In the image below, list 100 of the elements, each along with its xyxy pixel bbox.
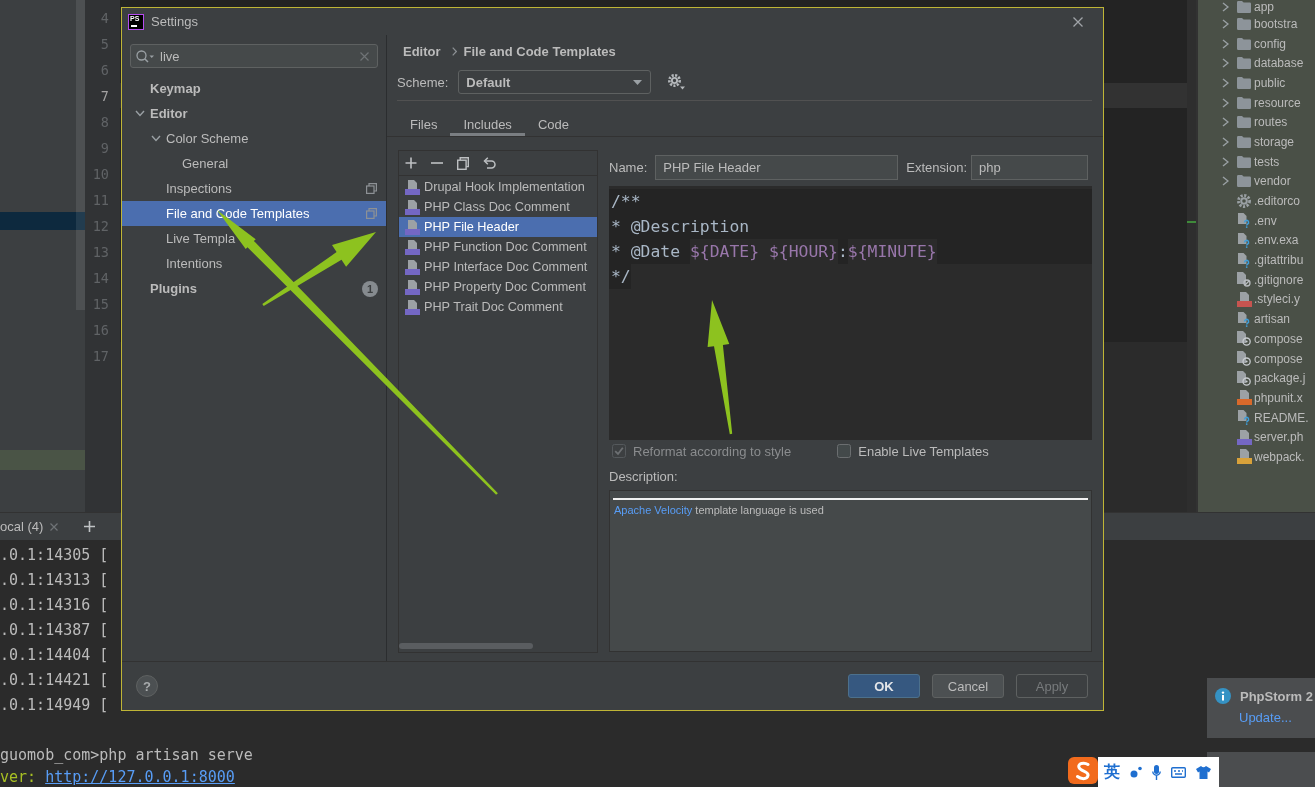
tree-item[interactable]: webpack. <box>1198 447 1315 467</box>
tree-item[interactable]: config <box>1198 33 1315 54</box>
tab[interactable]: Includes <box>450 112 525 136</box>
tree-item[interactable]: bootstra <box>1198 14 1315 34</box>
input-mode-label[interactable]: 英 <box>1104 761 1120 783</box>
tree-item[interactable]: .gitignore <box>1198 269 1315 290</box>
tree-item[interactable]: package.j <box>1198 368 1315 389</box>
chevron-down-icon[interactable] <box>151 135 161 142</box>
list-item[interactable]: PHP Trait Doc Comment <box>399 297 597 317</box>
folder-icon <box>1237 135 1251 148</box>
chevron-right-icon[interactable] <box>1222 97 1229 108</box>
tree-item[interactable]: resource <box>1198 92 1315 113</box>
tree-item[interactable]: database <box>1198 53 1315 74</box>
checkbox-label[interactable]: Enable Live Templates <box>858 443 989 459</box>
dialog-button[interactable]: OK <box>848 674 920 698</box>
search-icon[interactable] <box>136 49 154 63</box>
scheme-dropdown[interactable]: Default <box>458 70 652 94</box>
file-icon <box>1238 252 1250 268</box>
list-item[interactable]: PHP Function Doc Comment <box>399 237 597 257</box>
chevron-right-icon[interactable] <box>1222 58 1229 69</box>
list-item[interactable]: PHP Property Doc Comment <box>399 277 597 297</box>
chevron-right-icon[interactable] <box>1222 176 1229 187</box>
chevron-right-icon[interactable] <box>1222 2 1229 12</box>
tree-item[interactable]: Color Scheme <box>122 126 386 151</box>
dialog-button[interactable]: Cancel <box>932 674 1004 698</box>
undo-icon[interactable] <box>483 157 496 169</box>
logo-icon[interactable] <box>1068 757 1098 784</box>
tree-item[interactable]: Inspections <box>122 176 386 201</box>
terminal-line: .0.1:14421 [ <box>0 670 109 691</box>
plus-icon[interactable] <box>405 157 417 169</box>
list-item[interactable]: PHP Class Doc Comment <box>399 197 597 217</box>
close-icon[interactable] <box>50 522 59 531</box>
clear-icon[interactable] <box>360 51 369 61</box>
tree-item[interactable]: app <box>1198 0 1315 14</box>
file-icon <box>1237 351 1251 367</box>
microphone-icon[interactable] <box>1152 764 1161 780</box>
copy-icon[interactable] <box>457 156 469 170</box>
breadcrumb-item[interactable]: Editor <box>403 43 441 59</box>
tab[interactable]: Files <box>397 112 451 136</box>
tree-item[interactable]: public <box>1198 73 1315 93</box>
tree-item[interactable]: tests <box>1198 151 1315 172</box>
keyboard-icon[interactable] <box>1171 766 1186 778</box>
line-number: 7 <box>99 87 110 106</box>
scrollbar-thumb[interactable] <box>76 0 85 310</box>
file-icon <box>405 199 420 215</box>
chevron-right-icon[interactable] <box>1222 77 1229 88</box>
terminal-line: .0.1:14404 [ <box>0 645 109 666</box>
tree-item[interactable]: server.ph <box>1198 427 1315 448</box>
settings-icon[interactable] <box>668 74 686 90</box>
file-icon <box>1236 291 1252 307</box>
list-item[interactable]: PHP File Header <box>399 217 597 237</box>
tree-item[interactable]: compose <box>1198 329 1315 349</box>
tree-item[interactable]: phpunit.x <box>1198 388 1315 408</box>
file-icon <box>1237 331 1251 347</box>
file-icon <box>1236 449 1252 465</box>
terminal-tab[interactable]: ocal (4) <box>0 513 65 540</box>
tree-item[interactable]: Plugins 1 <box>122 276 386 301</box>
folder-icon <box>1237 155 1251 168</box>
tree-item[interactable]: storage <box>1198 132 1315 152</box>
tree-item[interactable]: Editor <box>122 101 386 126</box>
tree-item[interactable]: README. <box>1198 407 1315 428</box>
tree-item[interactable]: Intentions <box>122 251 386 276</box>
chevron-right-icon[interactable] <box>1222 18 1229 29</box>
chevron-right-icon[interactable] <box>1222 38 1229 49</box>
link[interactable]: http://127.0.0.1:8000 <box>45 768 235 786</box>
tree-item[interactable]: General <box>122 151 386 176</box>
file-icon <box>405 179 420 195</box>
close-icon[interactable] <box>1073 16 1083 27</box>
punctuation-icon[interactable] <box>1130 766 1142 778</box>
list-item[interactable]: PHP Interface Doc Comment <box>399 257 597 277</box>
link[interactable]: Update... <box>1239 710 1292 725</box>
chevron-right-icon[interactable] <box>1222 117 1229 128</box>
scrollbar-thumb[interactable] <box>399 643 533 649</box>
name-field[interactable]: PHP File Header <box>655 155 899 180</box>
chevron-down-icon[interactable] <box>135 110 145 117</box>
extension-field[interactable]: php <box>971 155 1088 180</box>
tree-item[interactable]: artisan <box>1198 309 1315 329</box>
tree-item[interactable]: vendor <box>1198 171 1315 192</box>
plus-icon[interactable] <box>84 521 96 532</box>
tree-item[interactable]: .env.exa <box>1198 230 1315 251</box>
search-field[interactable]: live <box>130 44 378 68</box>
list-item[interactable]: Drupal Hook Implementation <box>399 177 597 197</box>
template-editor[interactable]: /** * @Description * @Date ${DATE} ${HOUR}:${MINUTE} */ <box>609 186 1092 440</box>
tree-item[interactable]: .env <box>1198 210 1315 231</box>
tree-item[interactable]: .styleci.y <box>1198 289 1315 310</box>
tree-item[interactable]: routes <box>1198 112 1315 133</box>
tree-item[interactable]: compose <box>1198 348 1315 369</box>
tree-item[interactable]: .editorco <box>1198 191 1315 211</box>
tab[interactable]: Code <box>524 112 582 136</box>
tree-item[interactable]: Live Templa <box>122 226 386 251</box>
tree-item[interactable]: .gitattribu <box>1198 250 1315 270</box>
help-button[interactable]: ? <box>136 675 158 697</box>
chevron-right-icon[interactable] <box>1222 136 1229 147</box>
field-label: Extension: <box>906 160 967 175</box>
tree-item[interactable]: Keymap <box>122 76 386 101</box>
tree-item[interactable]: File and Code Templates <box>122 201 386 226</box>
shirt-icon[interactable] <box>1196 765 1211 779</box>
chevron-right-icon[interactable] <box>1222 156 1229 167</box>
checkbox[interactable] <box>837 444 852 458</box>
link[interactable]: Apache Velocity <box>614 504 693 516</box>
